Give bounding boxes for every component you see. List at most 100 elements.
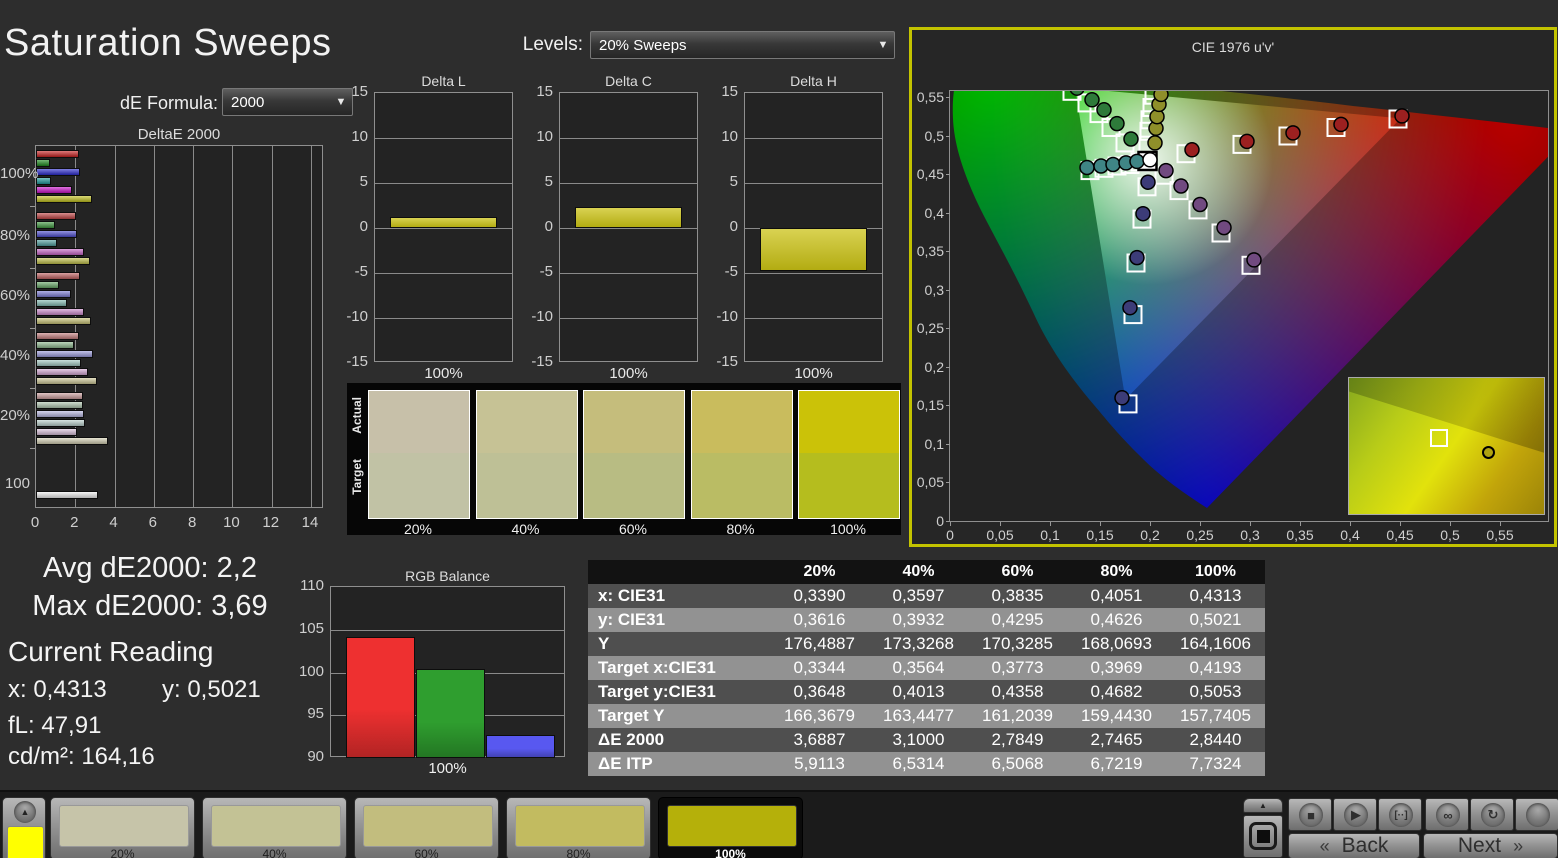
delta_l-plot-area: [374, 92, 513, 362]
table-cell: 173,3268: [883, 634, 954, 653]
blank-icon: [1526, 803, 1550, 827]
gridline: [375, 318, 512, 319]
media-button-stop[interactable]: ■: [1288, 798, 1332, 831]
delta_l-y-tick-label: 15: [351, 83, 368, 100]
cie-chart-title: CIE 1976 u'v': [1191, 39, 1275, 55]
media-button-play[interactable]: ▶: [1333, 798, 1377, 831]
media-button-bracket-dot[interactable]: [··]: [1378, 798, 1422, 831]
bottom-patch-bar: ▲ 20% 40% 60% 80% 100% ▲ ■ ▶ [··] ∞ ↻ « Back Next »: [0, 790, 1558, 858]
axis-tick: [30, 328, 35, 329]
delta_l-y-tick-label: -10: [346, 308, 368, 325]
stop-icon: ■: [1299, 803, 1323, 827]
deltae-bar-blue-20%: [36, 410, 85, 418]
rgb-y-tick-label: 90: [307, 748, 324, 765]
stop-patch-button[interactable]: [1243, 815, 1283, 858]
table-cell: 0,4193: [1189, 658, 1242, 677]
cie-y-tick-label: 0,25: [916, 320, 944, 337]
cie-measured-point: [1142, 152, 1158, 168]
rgb-y-tick-label: 110: [300, 577, 324, 594]
delta_c-y-tick-label: 15: [536, 83, 553, 100]
axis-tick: [1300, 522, 1301, 526]
cie-measured-point: [1153, 91, 1169, 103]
calibration-app-window: Saturation Sweeps dE Formula: 2000 ▼ Lev…: [0, 0, 1558, 858]
table-cell: 0,3648: [793, 682, 846, 701]
cie-y-tick-label: 0,5: [924, 127, 944, 144]
gridline: [271, 146, 273, 507]
next-label: Next: [1457, 834, 1502, 857]
gridline: [193, 146, 195, 507]
patch-button-80%[interactable]: 80%: [506, 797, 651, 858]
table-row-label: ΔE ITP: [598, 754, 653, 773]
actual-row-label: Actual: [350, 397, 364, 434]
collapse-up-button[interactable]: ▲: [14, 801, 36, 823]
axis-tick: [946, 289, 950, 291]
table-cell: 0,3390: [793, 586, 846, 605]
patch-button-40%[interactable]: 40%: [202, 797, 347, 858]
table-row: Target x:CIE31 0,3344 0,3564 0,3773 0,3969 0,…: [588, 656, 1265, 680]
table-cell: 164,1606: [1180, 634, 1251, 653]
cie-measured-point: [1084, 92, 1100, 108]
cie-measured-point: [1135, 205, 1151, 222]
deltae-bar-blue-60%: [36, 290, 72, 298]
cie-x-tick-label: 0,5: [1440, 527, 1460, 543]
cie-measured-point: [1123, 131, 1139, 147]
cie-measured-point: [1096, 102, 1112, 118]
table-row-label: ΔE 2000: [598, 730, 665, 749]
swatch-pair-20%: [368, 390, 470, 519]
deltae-x-tick-label: 0: [30, 514, 40, 531]
table-cell: 6,5068: [991, 754, 1044, 773]
delta_h-y-tick-label: 15: [721, 83, 738, 100]
patch-button-20%[interactable]: 20%: [50, 797, 195, 858]
media-button-loop-infinite[interactable]: ∞: [1425, 798, 1469, 831]
avg-de2000-readout: Avg dE2000: 2,2: [43, 552, 257, 584]
cie-y-tick-label: 0,35: [916, 243, 944, 260]
de-formula-value: 2000: [231, 93, 265, 111]
deltae-x-tick-label: 4: [109, 514, 118, 531]
delta_l-y-tick-label: 5: [359, 173, 368, 190]
cie-measured-point: [1216, 219, 1232, 236]
gridline: [311, 146, 312, 507]
table-cell: 157,7405: [1180, 706, 1251, 725]
axis-tick: [1250, 522, 1251, 526]
cie-x-tick-label: 0,25: [1186, 527, 1214, 543]
delta_c-y-tick-label: -15: [531, 353, 553, 370]
cie-y-tick-label: 0,2: [924, 358, 944, 375]
media-button-repeat[interactable]: ↻: [1470, 798, 1514, 831]
patch-button-60%[interactable]: 60%: [354, 797, 499, 858]
table-header-cell: 60%: [1001, 563, 1034, 580]
table-row: Target y:CIE31 0,3648 0,4013 0,4358 0,4682 0,…: [588, 680, 1265, 704]
delta_l-category-label: 100%: [424, 365, 463, 382]
patch-label: 100%: [715, 847, 746, 858]
media-button-blank[interactable]: [1515, 798, 1558, 831]
levels-dropdown[interactable]: 20% Sweeps ▼: [590, 31, 895, 59]
deltae-bar-yellow-20%: [36, 437, 109, 445]
cie-x-tick-label: 0,2: [1140, 527, 1160, 543]
back-button[interactable]: « Back: [1288, 833, 1420, 858]
cie-y-tick-label: 0,05: [916, 474, 944, 491]
cie-y-tick-label: 0,15: [916, 397, 944, 414]
delta_l-bar: [390, 217, 497, 228]
cie-measured-point: [1140, 174, 1156, 190]
delta_c-y-tick-label: 10: [536, 128, 553, 145]
square-outline: [1249, 822, 1277, 850]
panel-collapse-button[interactable]: ▲: [1243, 798, 1283, 813]
table-cell: 170,3285: [982, 634, 1053, 653]
table-cell: 166,3679: [784, 706, 855, 725]
axis-tick: [950, 522, 951, 526]
axis-tick: [946, 251, 950, 253]
patch-button-100%[interactable]: 100%: [658, 797, 803, 858]
delta_h-y-tick-label: 5: [729, 173, 738, 190]
next-button[interactable]: Next »: [1423, 833, 1558, 858]
target-swatch-80%: [691, 453, 792, 518]
table-cell: 0,3773: [991, 658, 1044, 677]
deltae-x-tick-label: 12: [262, 514, 280, 531]
swatch-pair-40%: [475, 390, 578, 519]
table-row-label: Target Y: [598, 706, 665, 725]
swatch-column-label: 20%: [403, 521, 433, 537]
table-row: Target Y 166,3679 163,4477 161,2039 159,4430…: [588, 704, 1265, 728]
rgb-bar-red: [346, 636, 415, 758]
swatch-column-label: 80%: [726, 521, 755, 537]
actual-swatch-40%: [476, 391, 577, 453]
patch-label: 20%: [110, 847, 135, 858]
deltae-bar-yellow-80%: [36, 257, 91, 265]
